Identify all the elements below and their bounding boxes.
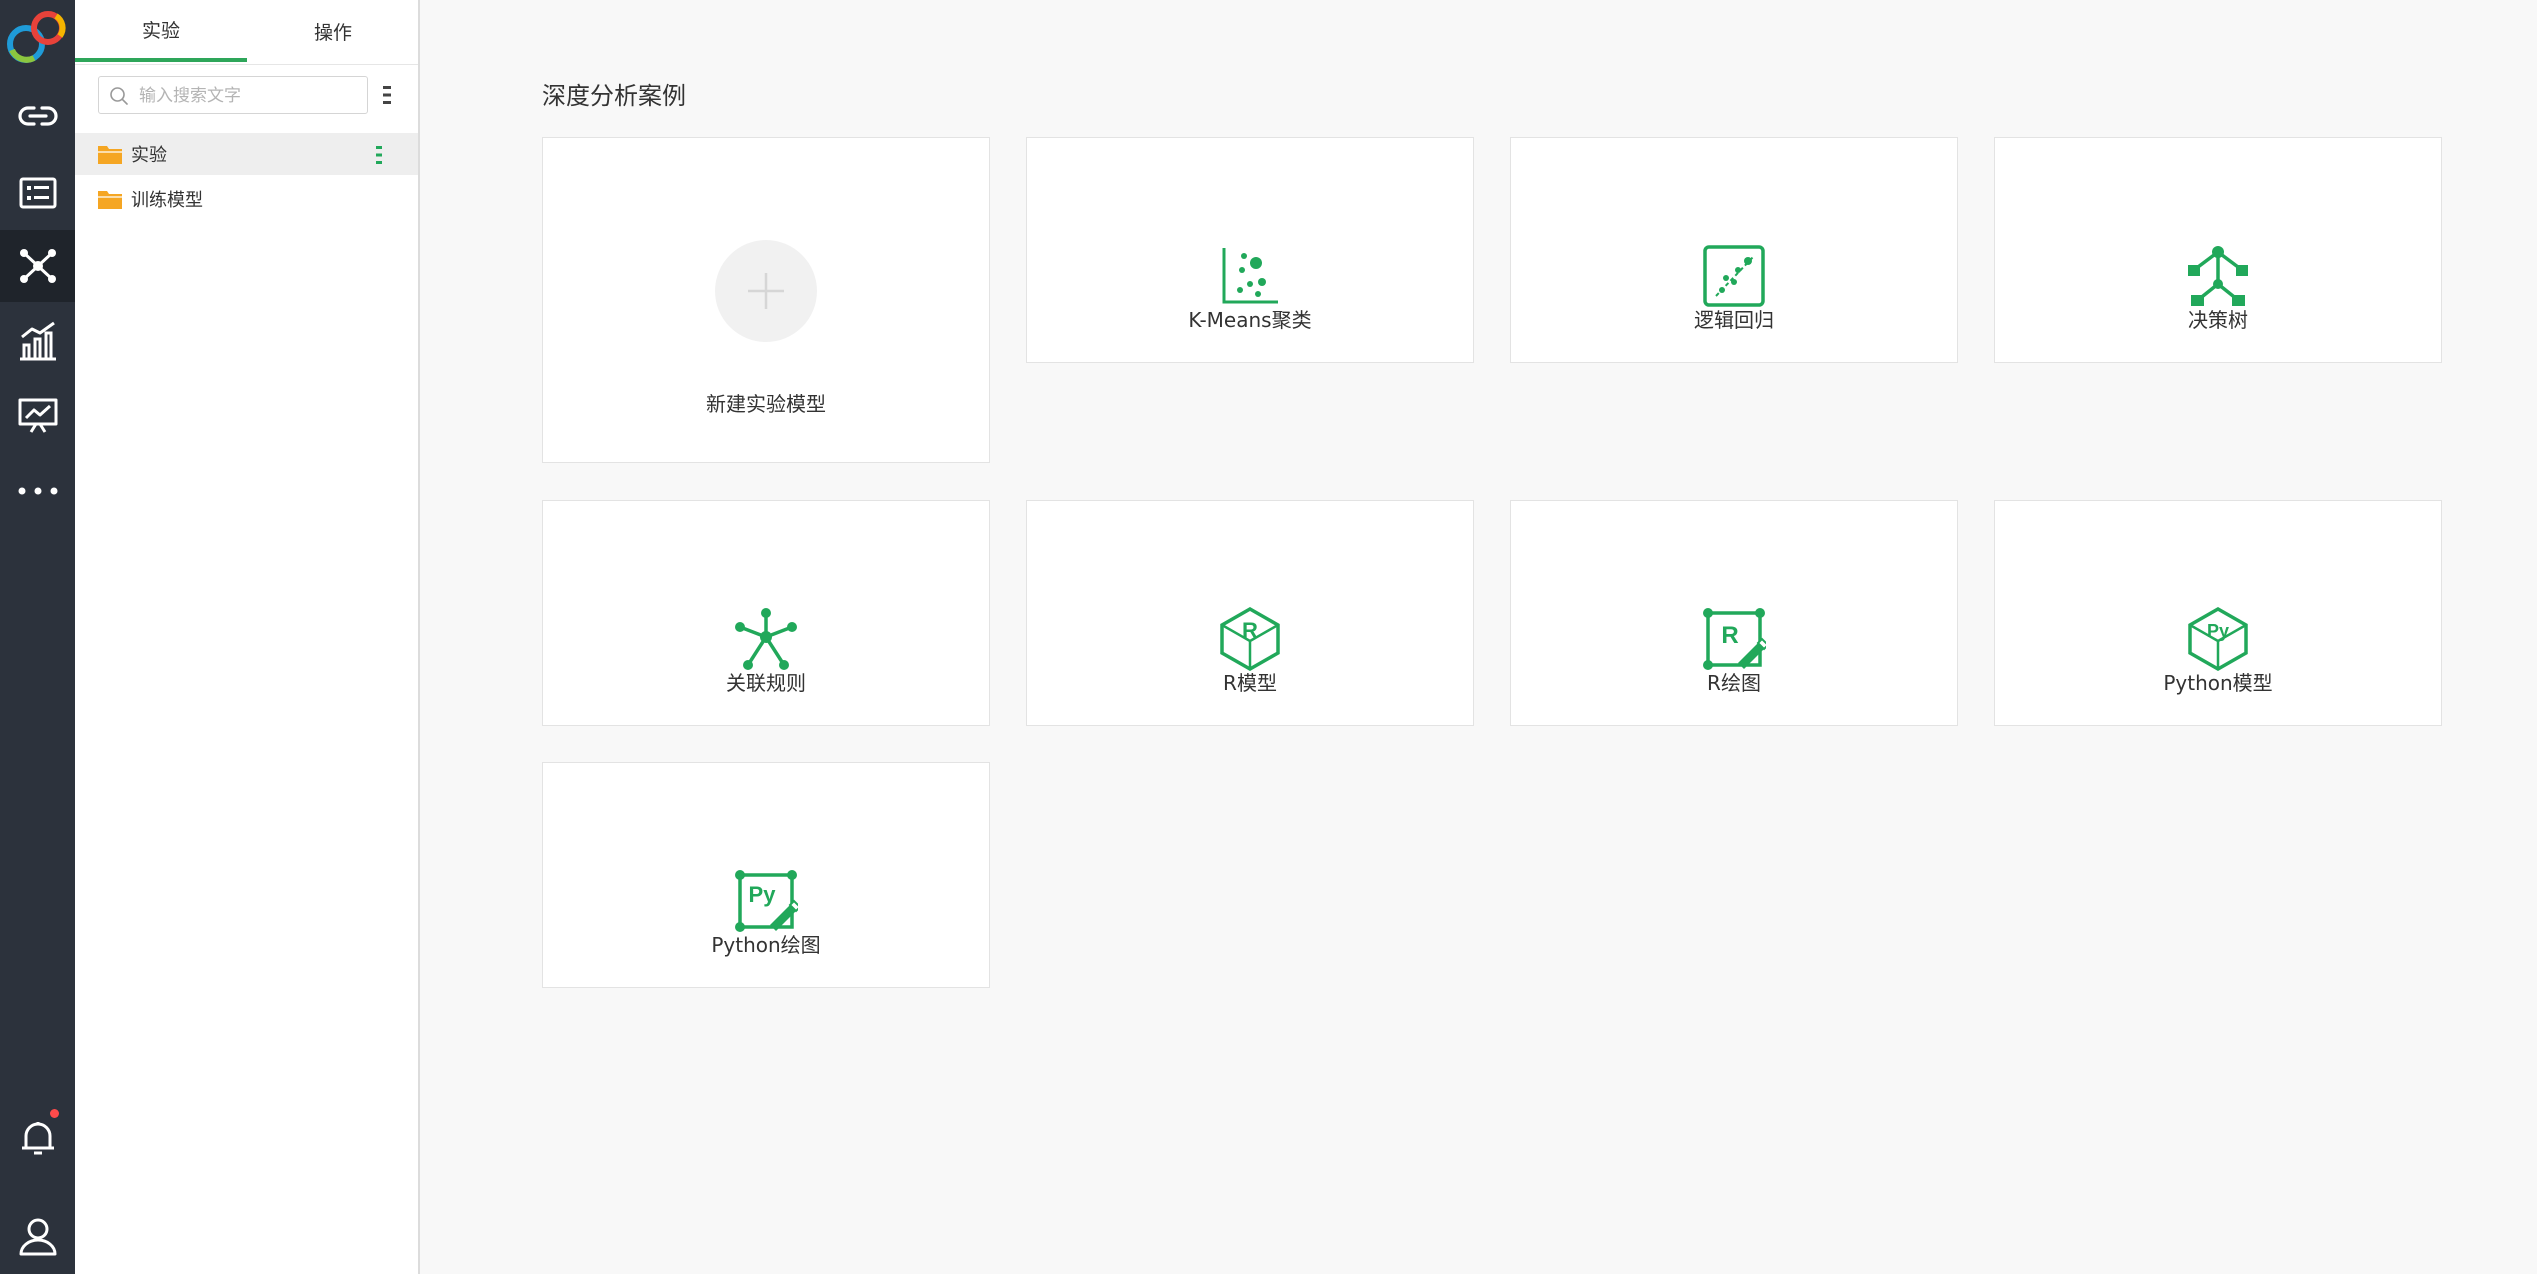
list-card-icon bbox=[19, 177, 56, 209]
app-logo-icon bbox=[7, 11, 66, 63]
bell-icon bbox=[21, 1122, 54, 1155]
search-box bbox=[98, 76, 368, 114]
association-rules-icon bbox=[735, 608, 797, 670]
experiment-tree-panel: 实验 操作 实验 训练模型 bbox=[75, 0, 420, 1274]
card-label: Python模型 bbox=[2163, 671, 2273, 695]
plus-icon bbox=[748, 273, 784, 309]
search-input[interactable] bbox=[137, 81, 363, 111]
folder-icon bbox=[98, 191, 122, 209]
card-r-model[interactable]: R R模型 bbox=[1026, 500, 1474, 726]
card-decision-tree[interactable]: 决策树 bbox=[1994, 137, 2442, 363]
folder-icon bbox=[98, 146, 122, 164]
card-label: Python绘图 bbox=[711, 933, 821, 957]
tree-item-label: 实验 bbox=[131, 145, 167, 166]
svg-text:R: R bbox=[1242, 618, 1258, 643]
logistic-regression-icon bbox=[1703, 245, 1765, 307]
rail-presentation-icon-button[interactable] bbox=[0, 380, 75, 452]
rail-user-icon-button[interactable] bbox=[0, 1200, 75, 1272]
svg-text:R: R bbox=[1721, 622, 1738, 649]
decision-tree-icon bbox=[2188, 246, 2248, 306]
card-python-plot[interactable]: Py Python绘图 bbox=[542, 762, 990, 988]
tree-item-menu-icon[interactable] bbox=[373, 145, 385, 165]
more-dots-icon bbox=[18, 487, 57, 495]
card-label: 关联规则 bbox=[726, 671, 806, 695]
r-plot-icon: R bbox=[1703, 608, 1766, 670]
tab-experiment[interactable]: 实验 bbox=[75, 0, 247, 62]
new-experiment-card[interactable]: 新建实验模型 bbox=[542, 137, 990, 463]
kmeans-icon bbox=[1222, 248, 1278, 304]
presentation-chart-icon bbox=[18, 398, 57, 433]
card-label: 决策树 bbox=[2188, 308, 2248, 332]
tree-item-trained-models[interactable]: 训练模型 bbox=[75, 178, 418, 220]
r-model-icon: R bbox=[1220, 607, 1280, 671]
python-model-icon: Py bbox=[2188, 607, 2248, 671]
rail-analysis-icon-button[interactable] bbox=[0, 305, 75, 377]
card-label: 新建实验模型 bbox=[706, 392, 826, 416]
card-label: 逻辑回归 bbox=[1694, 308, 1774, 332]
icon-rail bbox=[0, 0, 75, 1274]
svg-text:Py: Py bbox=[749, 882, 777, 907]
rail-more-icon-button[interactable] bbox=[0, 455, 75, 527]
rail-link-icon-button[interactable] bbox=[0, 80, 75, 152]
search-icon bbox=[110, 87, 128, 105]
card-r-plot[interactable]: R R绘图 bbox=[1510, 500, 1958, 726]
section-title: 深度分析案例 bbox=[542, 82, 686, 110]
rail-experiment-icon-button[interactable] bbox=[0, 230, 75, 302]
notification-badge bbox=[50, 1109, 59, 1118]
add-circle bbox=[715, 240, 817, 342]
panel-tabs: 实验 操作 bbox=[75, 0, 418, 65]
card-python-model[interactable]: Py Python模型 bbox=[1994, 500, 2442, 726]
main-content: 深度分析案例 新建实验模型 K-Means聚类 逻辑回归 决策树 关联规则 R … bbox=[420, 0, 2537, 1274]
tab-operation[interactable]: 操作 bbox=[247, 0, 419, 62]
bar-line-chart-icon bbox=[19, 321, 56, 361]
svg-text:Py: Py bbox=[2207, 621, 2229, 641]
link-icon bbox=[17, 106, 58, 126]
panel-menu-icon[interactable] bbox=[381, 84, 393, 106]
card-kmeans[interactable]: K-Means聚类 bbox=[1026, 137, 1474, 363]
user-icon bbox=[19, 1218, 56, 1256]
card-label: R绘图 bbox=[1707, 671, 1761, 695]
card-association-rules[interactable]: 关联规则 bbox=[542, 500, 990, 726]
tree-item-label: 训练模型 bbox=[131, 190, 203, 211]
tree-item-experiment[interactable]: 实验 bbox=[75, 133, 418, 175]
python-plot-icon: Py bbox=[735, 870, 798, 932]
rail-report-icon-button[interactable] bbox=[0, 157, 75, 229]
card-logistic-regression[interactable]: 逻辑回归 bbox=[1510, 137, 1958, 363]
card-label: K-Means聚类 bbox=[1188, 308, 1312, 332]
rail-notification-icon-button[interactable] bbox=[0, 1102, 75, 1174]
network-icon bbox=[19, 249, 56, 283]
card-label: R模型 bbox=[1223, 671, 1277, 695]
